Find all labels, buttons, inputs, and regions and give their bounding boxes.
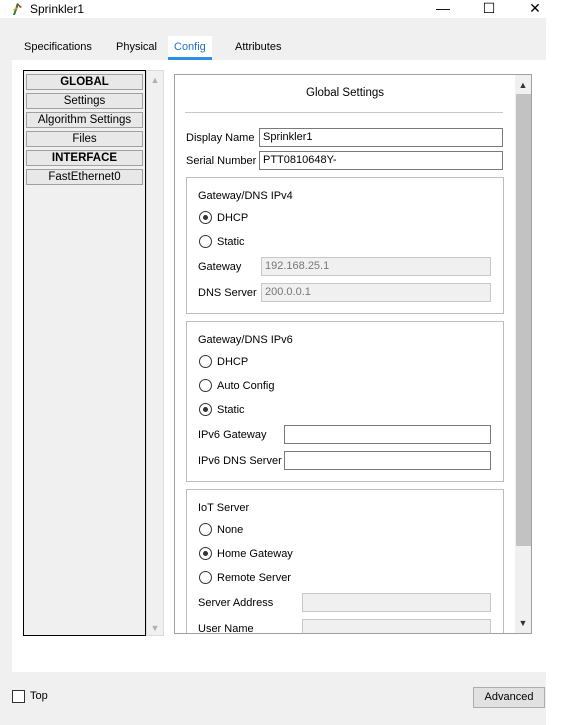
ipv6-dhcp-radio[interactable] xyxy=(199,355,212,368)
dns-server-label: DNS Server xyxy=(198,287,257,299)
global-settings-panel: Global Settings Display Name Sprinkler1 … xyxy=(174,74,532,634)
iot-group-title: IoT Server xyxy=(198,502,250,514)
panel-title: Global Settings xyxy=(306,87,384,99)
ipv6-static-label: Static xyxy=(217,404,245,416)
minimize-button[interactable]: — xyxy=(420,0,466,18)
ipv6-auto-config-label: Auto Config xyxy=(217,380,275,392)
sidebar-scrollbar[interactable]: ▲ ▼ xyxy=(146,70,164,636)
ipv4-group-title: Gateway/DNS IPv4 xyxy=(198,190,293,202)
dns-server-field[interactable]: 200.0.0.1 xyxy=(261,283,491,302)
tab-specifications[interactable]: Specifications xyxy=(18,36,98,58)
scroll-down-icon[interactable]: ▼ xyxy=(147,621,163,635)
window-edge xyxy=(546,18,563,725)
display-name-field[interactable]: Sprinkler1 xyxy=(259,128,503,147)
ipv4-static-radio[interactable] xyxy=(199,235,212,248)
ipv6-group: Gateway/DNS IPv6 DHCP Auto Config Static… xyxy=(186,321,504,482)
ipv4-group: Gateway/DNS IPv4 DHCP Static Gateway 192… xyxy=(186,177,504,314)
sidebar-item-settings[interactable]: Settings xyxy=(26,93,143,109)
display-name-label: Display Name xyxy=(186,132,255,144)
tab-attributes[interactable]: Attributes xyxy=(229,36,288,58)
user-name-field[interactable] xyxy=(302,619,491,633)
scroll-down-icon[interactable]: ▼ xyxy=(515,616,531,630)
gateway-field[interactable]: 192.168.25.1 xyxy=(261,257,491,276)
config-sidebar: GLOBAL Settings Algorithm Settings Files… xyxy=(23,70,146,636)
ipv6-dns-server-label: IPv6 DNS Server xyxy=(198,455,282,467)
ipv4-dhcp-radio[interactable] xyxy=(199,211,212,224)
sprinkler-app-icon xyxy=(12,3,22,15)
sidebar-item-fastethernet0[interactable]: FastEthernet0 xyxy=(26,169,143,185)
ipv6-dns-server-field[interactable] xyxy=(284,451,491,470)
iot-server-group: IoT Server None Home Gateway Remote Serv… xyxy=(186,489,504,634)
ipv6-gateway-field[interactable] xyxy=(284,425,491,444)
ipv6-group-title: Gateway/DNS IPv6 xyxy=(198,334,293,346)
title-bar: Sprinkler1 — ☐ ✕ xyxy=(0,0,563,18)
tab-bar: Specifications Physical Config Attribute… xyxy=(12,36,542,60)
server-address-field[interactable] xyxy=(302,593,491,612)
serial-number-field[interactable]: PTT0810648Y- xyxy=(259,151,503,170)
maximize-button[interactable]: ☐ xyxy=(466,0,512,18)
ipv4-dhcp-label: DHCP xyxy=(217,212,249,224)
iot-home-gateway-label: Home Gateway xyxy=(217,548,293,560)
close-button[interactable]: ✕ xyxy=(512,0,558,18)
serial-number-label: Serial Number xyxy=(186,155,257,167)
ipv6-auto-config-radio[interactable] xyxy=(199,379,212,392)
divider xyxy=(185,112,503,113)
ipv6-dhcp-label: DHCP xyxy=(217,356,249,368)
sidebar-item-algorithm-settings[interactable]: Algorithm Settings xyxy=(26,112,143,128)
iot-remote-server-radio[interactable] xyxy=(199,571,212,584)
top-checkbox[interactable] xyxy=(12,690,25,703)
iot-none-label: None xyxy=(217,524,244,536)
user-name-label: User Name xyxy=(198,623,254,634)
tab-config[interactable]: Config xyxy=(168,36,212,60)
iot-none-radio[interactable] xyxy=(199,523,212,536)
iot-remote-server-label: Remote Server xyxy=(217,572,291,584)
ipv6-static-radio[interactable] xyxy=(199,403,212,416)
window-title: Sprinkler1 xyxy=(30,2,85,16)
sidebar-item-files[interactable]: Files xyxy=(26,131,143,147)
advanced-button[interactable]: Advanced xyxy=(473,687,545,708)
config-scrollbar[interactable]: ▲ ▼ xyxy=(515,75,531,633)
scroll-thumb[interactable] xyxy=(516,94,531,546)
sidebar-header-global[interactable]: GLOBAL xyxy=(26,74,143,90)
server-address-label: Server Address xyxy=(198,597,274,609)
scroll-up-icon[interactable]: ▲ xyxy=(515,78,531,92)
gateway-label: Gateway xyxy=(198,261,242,273)
scroll-up-icon[interactable]: ▲ xyxy=(147,73,163,87)
sidebar-header-interface[interactable]: INTERFACE xyxy=(26,150,143,166)
tab-physical[interactable]: Physical xyxy=(110,36,163,58)
iot-home-gateway-radio[interactable] xyxy=(199,547,212,560)
top-checkbox-label: Top xyxy=(30,690,48,702)
ipv6-gateway-label: IPv6 Gateway xyxy=(198,429,267,441)
ipv4-static-label: Static xyxy=(217,236,245,248)
